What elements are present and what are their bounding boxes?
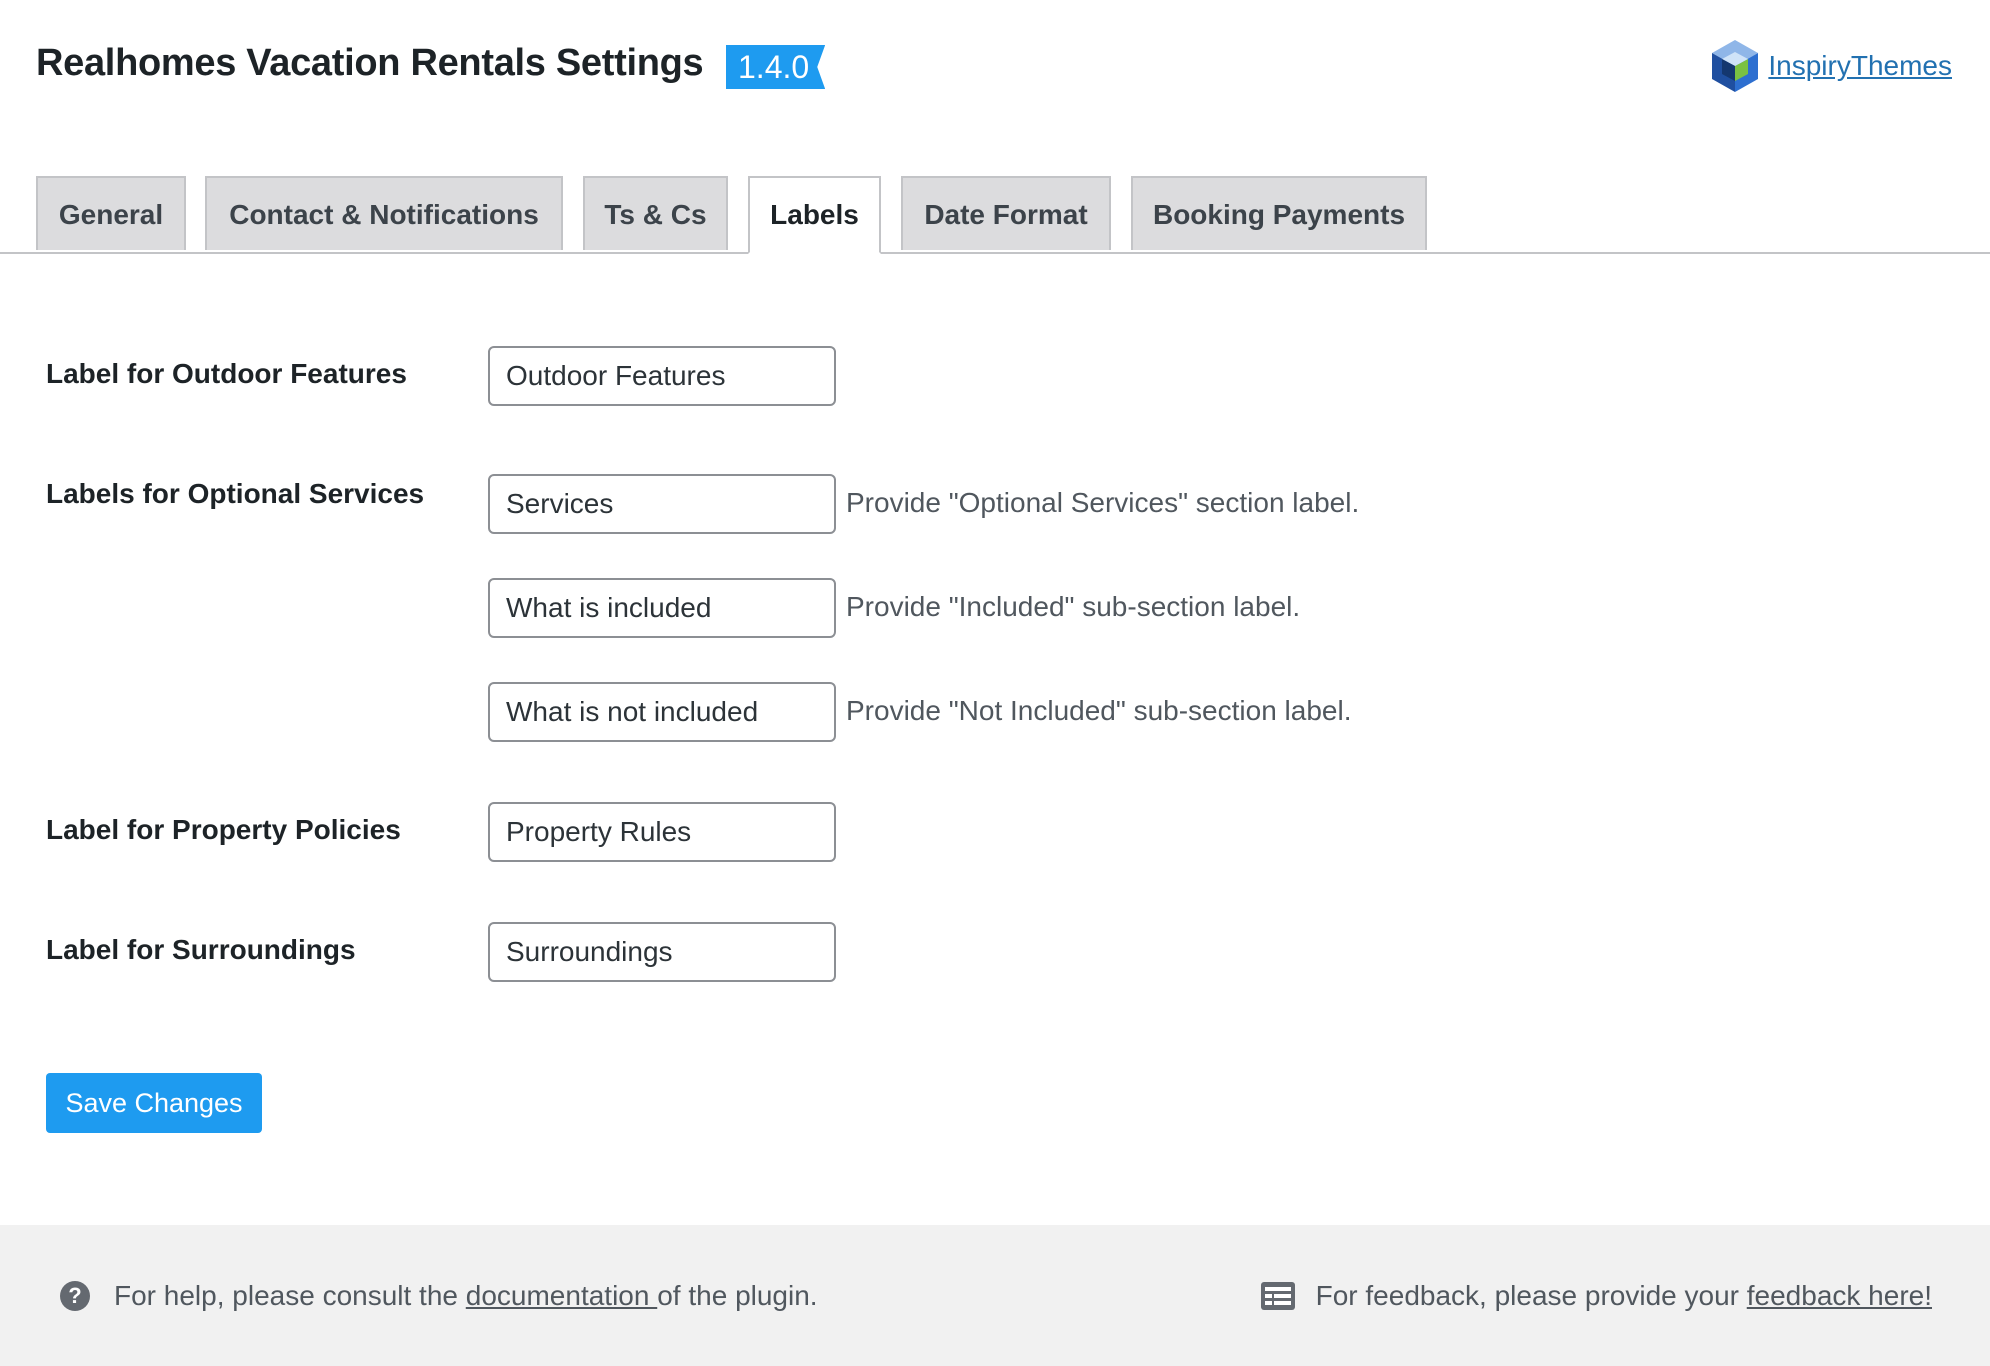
help-prefix: For help, please consult the (114, 1280, 458, 1311)
property-policies-input[interactable] (488, 802, 836, 862)
brand: InspiryThemes (1708, 38, 1952, 94)
tab-contact-notifications[interactable]: Contact & Notifications (205, 176, 563, 250)
outdoor-features-label: Label for Outdoor Features (46, 358, 407, 389)
inspirythemes-logo-icon (1712, 40, 1759, 92)
optional-services-label: Labels for Optional Services (46, 478, 425, 509)
surroundings-input[interactable] (488, 922, 836, 982)
included-hint: Provide "Included" sub-section label. (846, 591, 1301, 622)
settings-panel: General Contact & Notifications Ts & Cs … (0, 135, 1990, 1225)
footer-feedback: For feedback, please provide your feedba… (1260, 1280, 1932, 1312)
settings-tabs: General Contact & Notifications Ts & Cs … (0, 176, 1990, 254)
save-changes-button[interactable]: Save Changes (46, 1073, 262, 1133)
tab-date-format[interactable]: Date Format (901, 176, 1111, 250)
documentation-link[interactable]: documentation (466, 1280, 657, 1312)
page-title: Realhomes Vacation Rentals Settings (36, 42, 704, 84)
footer-help: ? For help, please consult the documenta… (60, 1280, 818, 1312)
feedback-form-icon (1260, 1282, 1295, 1310)
inspirythemes-link[interactable]: InspiryThemes (1768, 50, 1952, 82)
optional-services-section-input[interactable] (488, 474, 836, 534)
page-header: Realhomes Vacation Rentals Settings 1.4.… (0, 0, 1990, 135)
feedback-prefix: For feedback, please provide your (1315, 1280, 1739, 1311)
version-badge: 1.4.0 (726, 45, 826, 89)
surroundings-label: Label for Surroundings (46, 934, 356, 965)
tab-general[interactable]: General (36, 176, 186, 250)
not-included-hint: Provide "Not Included" sub-section label… (846, 695, 1352, 726)
tab-ts-cs[interactable]: Ts & Cs (583, 176, 728, 250)
help-suffix: of the plugin. (657, 1280, 818, 1311)
included-input[interactable] (488, 578, 836, 638)
page-footer: ? For help, please consult the documenta… (0, 1228, 1990, 1366)
property-policies-label: Label for Property Policies (46, 814, 401, 845)
optional-services-section-hint: Provide "Optional Services" section labe… (846, 487, 1360, 518)
tab-labels[interactable]: Labels (748, 176, 881, 254)
tab-booking-payments[interactable]: Booking Payments (1131, 176, 1427, 250)
feedback-link[interactable]: feedback here! (1747, 1280, 1932, 1312)
not-included-input[interactable] (488, 682, 836, 742)
question-circle-icon: ? (60, 1281, 90, 1311)
outdoor-features-input[interactable] (488, 346, 836, 406)
